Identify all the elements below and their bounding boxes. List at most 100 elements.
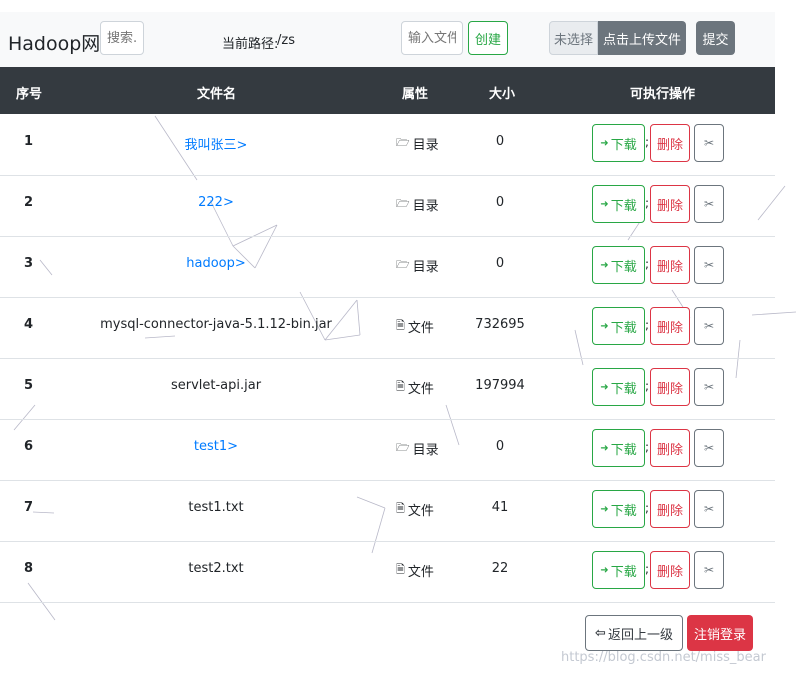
- row-index: 8: [24, 561, 34, 576]
- download-label: 下载: [610, 259, 637, 275]
- row-type-label: 文件: [407, 321, 434, 336]
- search-input[interactable]: [100, 21, 144, 55]
- scissors-icon: ✂: [703, 258, 715, 272]
- row-index: 2: [24, 195, 34, 210]
- new-folder-name-input[interactable]: [401, 21, 463, 55]
- sign-in-icon: ➜: [600, 503, 609, 515]
- folder-link[interactable]: 222>: [100, 195, 332, 210]
- row-type-label: 文件: [407, 565, 434, 580]
- action-separator: ;: [645, 440, 650, 454]
- row-size: 197994: [475, 378, 525, 393]
- row-type-label: 目录: [412, 443, 439, 458]
- scissors-icon: ✂: [703, 380, 715, 394]
- sign-in-icon: ➜: [600, 320, 609, 332]
- header-type: 属性: [402, 87, 429, 102]
- download-label: 下载: [610, 198, 637, 214]
- folder-open-icon: 🗁: [396, 197, 410, 210]
- table-row: 2 222> 🗁 目录 0 ➜ 下载; 删除 ✂: [0, 175, 775, 237]
- row-type: 🗁 目录: [396, 134, 439, 153]
- arrow-left-icon: ⇦: [595, 625, 606, 641]
- header-size: 大小: [489, 87, 516, 102]
- table-row: 4 mysql-connector-java-5.1.12-bin.jar 🗎 文件 7…: [0, 297, 775, 359]
- folder-link[interactable]: test1>: [100, 439, 332, 454]
- row-size: 22: [491, 561, 509, 576]
- row-type-label: 目录: [412, 260, 439, 275]
- delete-button[interactable]: 删除: [650, 490, 690, 528]
- sign-in-icon: ➜: [600, 381, 609, 393]
- row-type: 🗎 文件: [396, 561, 434, 580]
- delete-button[interactable]: 删除: [650, 368, 690, 406]
- action-separator: ;: [645, 196, 650, 210]
- action-separator: ;: [645, 135, 650, 149]
- current-path-value: /zs: [277, 33, 295, 48]
- delete-button[interactable]: 删除: [650, 429, 690, 467]
- row-type-label: 目录: [412, 138, 439, 153]
- upload-file-button[interactable]: 点击上传文件: [598, 21, 686, 55]
- cut-button[interactable]: ✂: [694, 246, 724, 284]
- row-size: 41: [491, 500, 509, 515]
- scissors-icon: ✂: [703, 441, 715, 455]
- back-button[interactable]: ⇦ 返回上一级: [585, 615, 683, 651]
- download-button[interactable]: ➜ 下载: [592, 551, 645, 589]
- delete-button[interactable]: 删除: [650, 246, 690, 284]
- file-chooser[interactable]: 未选择: [549, 21, 598, 55]
- scissors-icon: ✂: [703, 319, 715, 333]
- delete-button[interactable]: 删除: [650, 185, 690, 223]
- cut-button[interactable]: ✂: [694, 429, 724, 467]
- download-button[interactable]: ➜ 下载: [592, 124, 645, 162]
- table-row: 7 test1.txt 🗎 文件 41 ➜ 下载; 删除 ✂: [0, 480, 775, 542]
- folder-open-icon: 🗁: [396, 136, 410, 149]
- delete-button[interactable]: 删除: [650, 124, 690, 162]
- submit-button[interactable]: 提交: [696, 21, 735, 55]
- row-type: 🗁 目录: [396, 256, 439, 275]
- cut-button[interactable]: ✂: [694, 551, 724, 589]
- download-button[interactable]: ➜ 下载: [592, 429, 645, 467]
- file-text-icon: 🗎: [396, 380, 405, 393]
- download-button[interactable]: ➜ 下载: [592, 490, 645, 528]
- create-button[interactable]: 创建: [468, 21, 508, 55]
- cut-button[interactable]: ✂: [694, 124, 724, 162]
- download-label: 下载: [610, 320, 637, 336]
- download-button[interactable]: ➜ 下载: [592, 368, 645, 406]
- row-index: 5: [24, 378, 34, 393]
- row-size: 0: [495, 134, 505, 149]
- download-button[interactable]: ➜ 下载: [592, 246, 645, 284]
- sign-in-icon: ➜: [600, 442, 609, 454]
- download-button[interactable]: ➜ 下载: [592, 185, 645, 223]
- file-name: test1.txt: [188, 500, 244, 515]
- row-type: 🗎 文件: [396, 317, 434, 336]
- scissors-icon: ✂: [703, 197, 715, 211]
- download-label: 下载: [610, 442, 637, 458]
- cut-button[interactable]: ✂: [694, 185, 724, 223]
- delete-button[interactable]: 删除: [650, 307, 690, 345]
- delete-button[interactable]: 删除: [650, 551, 690, 589]
- row-index: 3: [24, 256, 34, 271]
- table-row: 1 我叫张三> 🗁 目录 0 ➜ 下载; 删除 ✂: [0, 114, 775, 176]
- download-button[interactable]: ➜ 下载: [592, 307, 645, 345]
- sign-in-icon: ➜: [600, 564, 609, 576]
- logout-button[interactable]: 注销登录: [687, 615, 753, 651]
- row-size: 0: [495, 195, 505, 210]
- header-filename: 文件名: [197, 87, 237, 102]
- action-separator: ;: [645, 318, 650, 332]
- row-index: 4: [24, 317, 34, 332]
- current-path-label: 当前路径:: [222, 37, 279, 52]
- watermark: https://blog.csdn.net/miss_bear: [561, 650, 766, 665]
- folder-open-icon: 🗁: [396, 441, 410, 454]
- cut-button[interactable]: ✂: [694, 307, 724, 345]
- row-size: 0: [495, 439, 505, 454]
- row-index: 1: [24, 134, 34, 149]
- folder-link[interactable]: 我叫张三>: [100, 134, 332, 153]
- folder-link[interactable]: hadoop>: [100, 256, 332, 271]
- file-name: test2.txt: [188, 561, 244, 576]
- sign-in-icon: ➜: [600, 259, 609, 271]
- table-header: 序号 文件名 属性 大小 可执行操作: [0, 67, 775, 114]
- row-type-label: 文件: [407, 504, 434, 519]
- row-type-label: 目录: [412, 199, 439, 214]
- sign-in-icon: ➜: [600, 137, 609, 149]
- cut-button[interactable]: ✂: [694, 490, 724, 528]
- file-name: mysql-connector-java-5.1.12-bin.jar: [100, 317, 332, 332]
- scissors-icon: ✂: [703, 563, 715, 577]
- download-label: 下载: [610, 381, 637, 397]
- cut-button[interactable]: ✂: [694, 368, 724, 406]
